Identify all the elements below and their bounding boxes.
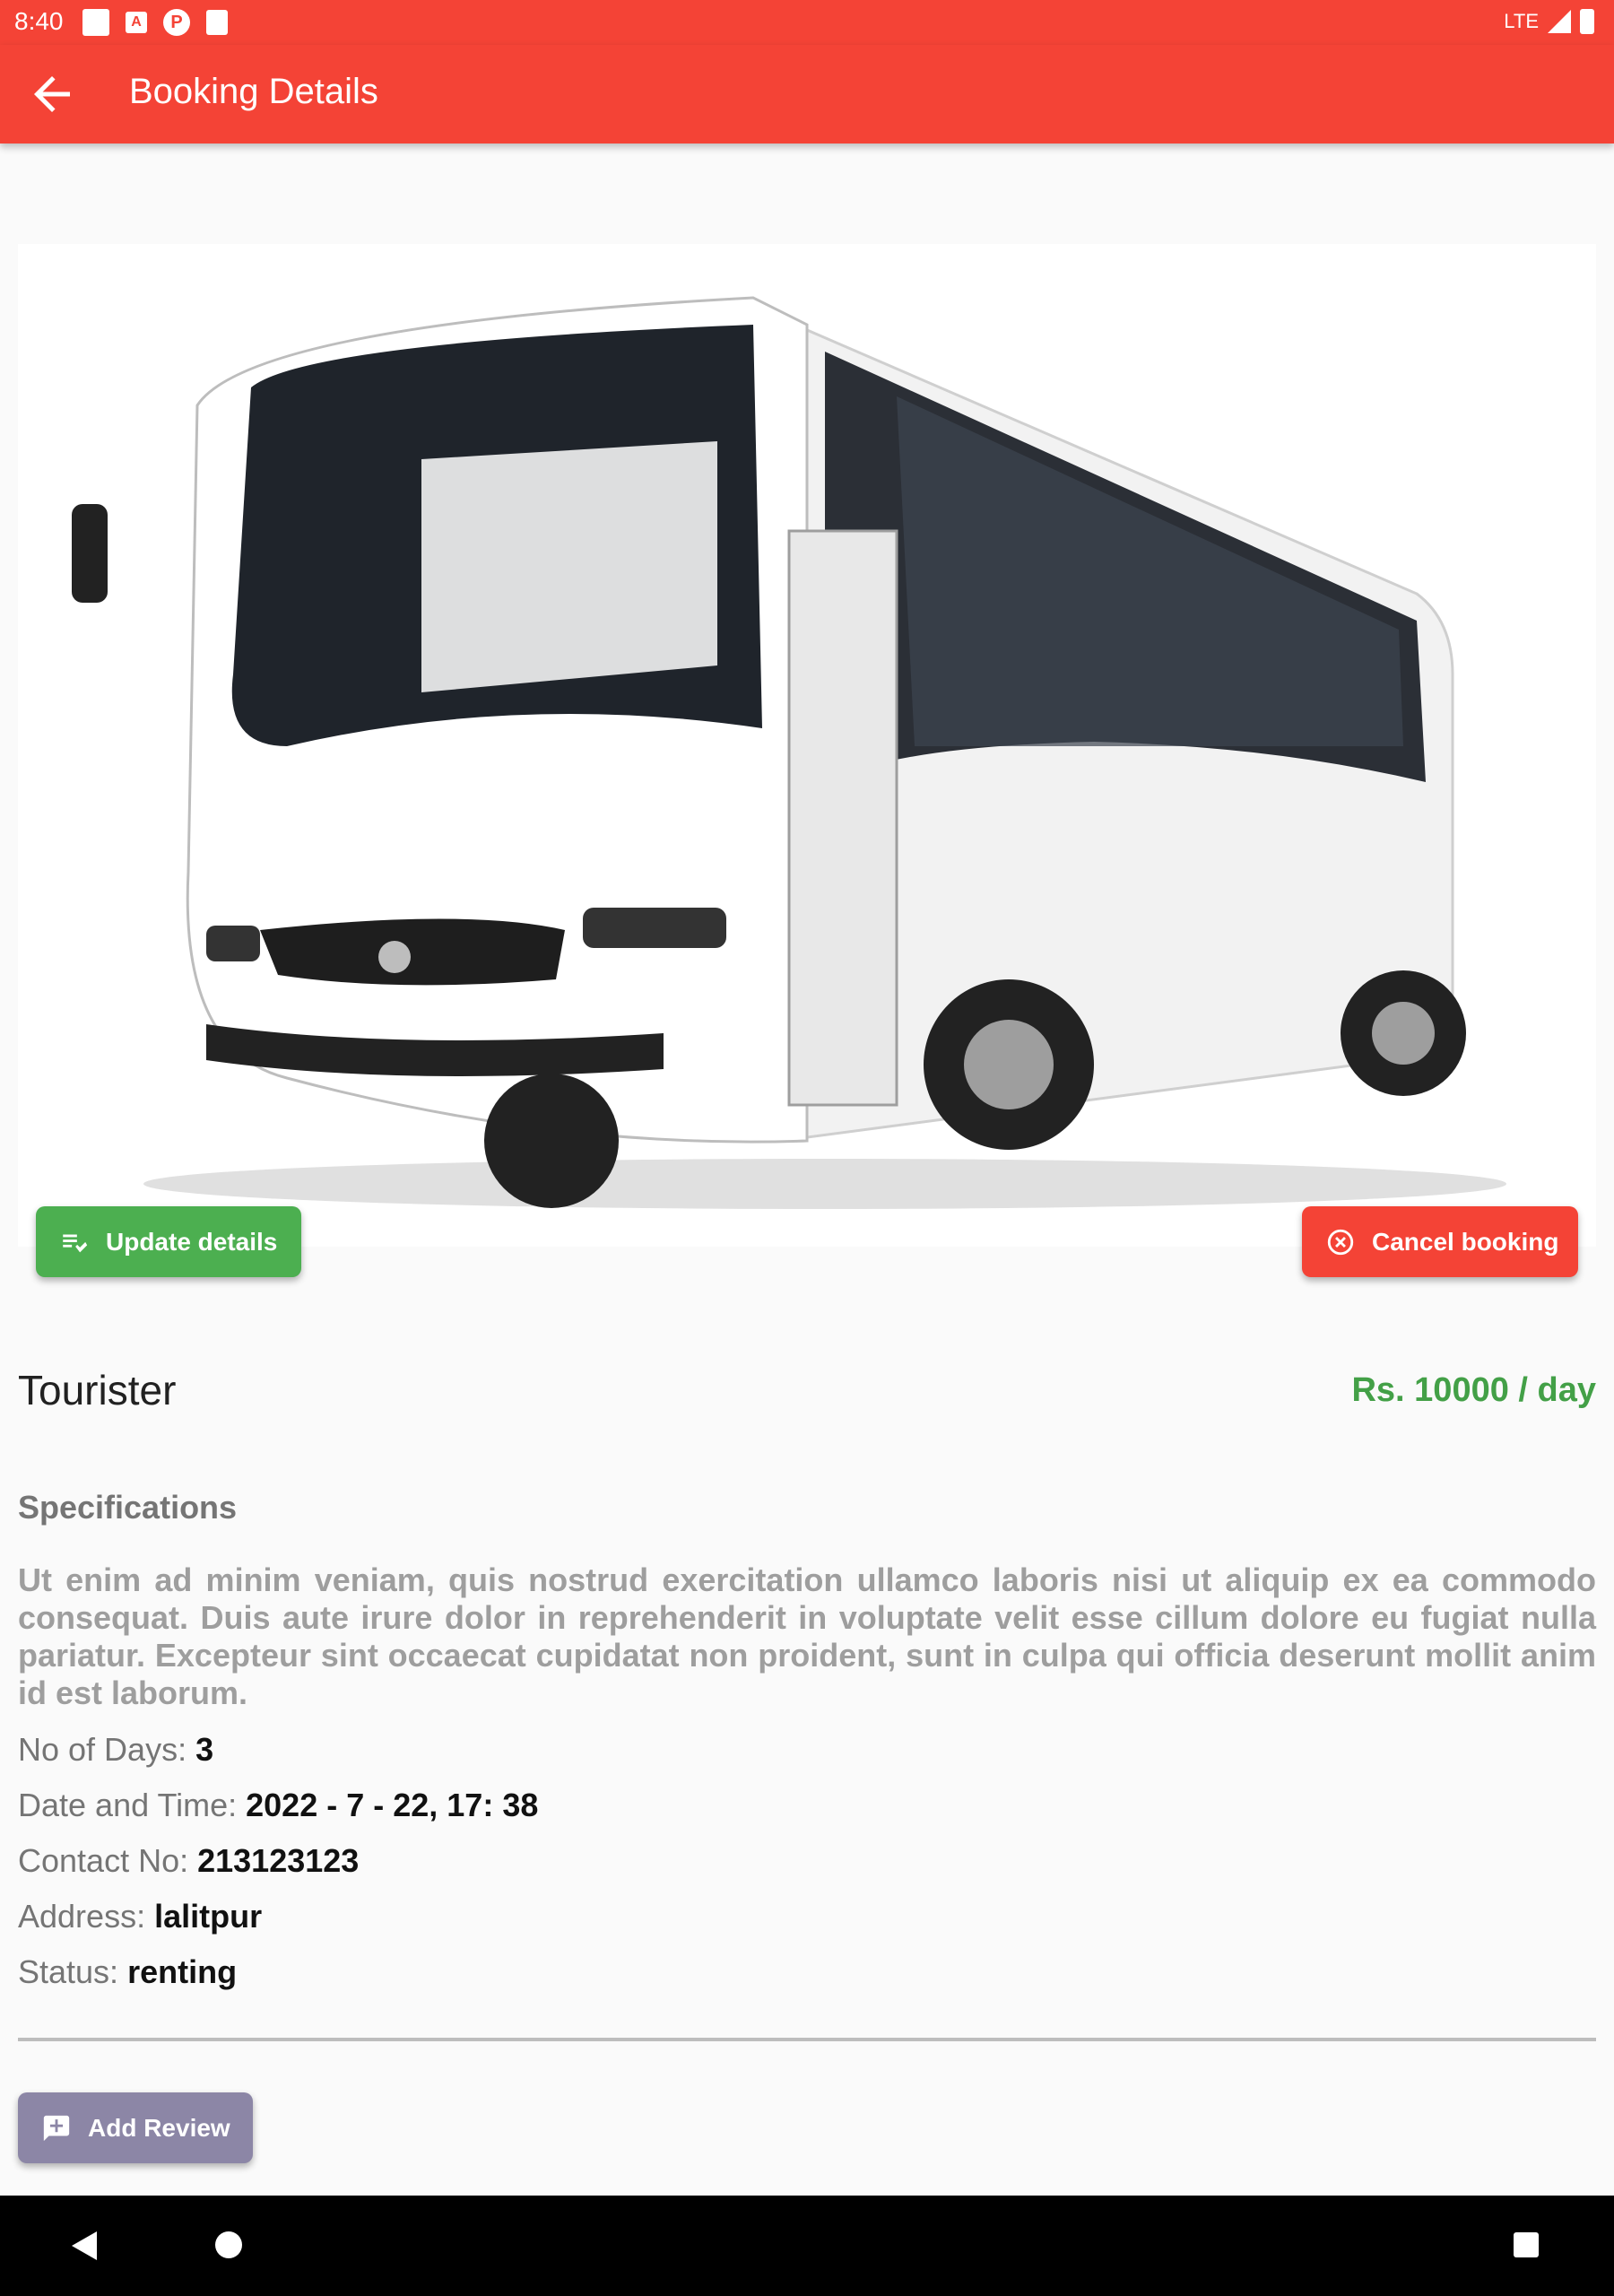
- detail-row-status: Status: renting: [18, 1953, 237, 1991]
- status-right: LTE: [1504, 9, 1594, 34]
- detail-label: Contact No:: [18, 1842, 189, 1879]
- update-details-label: Update details: [106, 1227, 278, 1256]
- detail-row-address: Address: lalitpur: [18, 1898, 262, 1935]
- nav-back-icon[interactable]: [72, 2231, 97, 2260]
- notification-p-icon: P: [163, 9, 190, 36]
- vehicle-name: Tourister: [18, 1367, 177, 1413]
- notification-square-icon: [82, 9, 109, 36]
- nav-home-icon[interactable]: [215, 2231, 242, 2258]
- detail-row-contact: Contact No: 213123123: [18, 1842, 359, 1880]
- update-details-button[interactable]: Update details: [36, 1206, 301, 1277]
- sd-card-icon: [206, 10, 228, 35]
- vehicle-image: [18, 244, 1596, 1247]
- edit-note-icon: [63, 1234, 88, 1252]
- cancel-circle-icon: [1327, 1229, 1354, 1255]
- battery-icon: [1580, 9, 1594, 34]
- detail-row-days: No of Days: 3: [18, 1731, 213, 1769]
- nav-recents-icon[interactable]: [1514, 2232, 1539, 2257]
- app-bar: Booking Details: [0, 45, 1614, 144]
- detail-value: 3: [195, 1731, 214, 1768]
- detail-value: 2022 - 7 - 22, 17: 38: [246, 1787, 539, 1823]
- detail-row-datetime: Date and Time: 2022 - 7 - 22, 17: 38: [18, 1787, 538, 1824]
- detail-label: Date and Time:: [18, 1787, 238, 1823]
- detail-label: No of Days:: [18, 1731, 187, 1768]
- status-time: 8:40: [14, 7, 64, 35]
- bus-illustration: [70, 296, 1506, 1209]
- vehicle-price: Rs. 10000 / day: [1351, 1371, 1596, 1409]
- divider: [18, 2038, 1596, 2041]
- notification-a-icon: A: [126, 12, 147, 33]
- signal-icon: [1548, 10, 1571, 33]
- detail-label: Address:: [18, 1898, 146, 1935]
- add-review-button[interactable]: Add Review: [18, 2092, 253, 2163]
- detail-label: Status:: [18, 1953, 119, 1990]
- page-title: Booking Details: [129, 72, 378, 111]
- notification-icons: A P: [82, 9, 228, 36]
- rate-review-icon: [43, 2115, 70, 2141]
- cancel-booking-button[interactable]: Cancel booking: [1302, 1206, 1578, 1277]
- system-nav-bar: [0, 2196, 1614, 2296]
- cancel-booking-label: Cancel booking: [1372, 1227, 1559, 1256]
- detail-value: lalitpur: [154, 1898, 263, 1935]
- detail-value: renting: [127, 1953, 238, 1990]
- specifications-text: Ut enim ad minim veniam, quis nostrud ex…: [18, 1561, 1596, 1711]
- arrow-left-icon[interactable]: [25, 67, 79, 121]
- status-bar: 8:40 A P LTE: [0, 0, 1614, 45]
- add-review-label: Add Review: [88, 2113, 230, 2142]
- network-label: LTE: [1504, 10, 1539, 32]
- detail-value: 213123123: [197, 1842, 360, 1879]
- specifications-heading: Specifications: [18, 1489, 238, 1526]
